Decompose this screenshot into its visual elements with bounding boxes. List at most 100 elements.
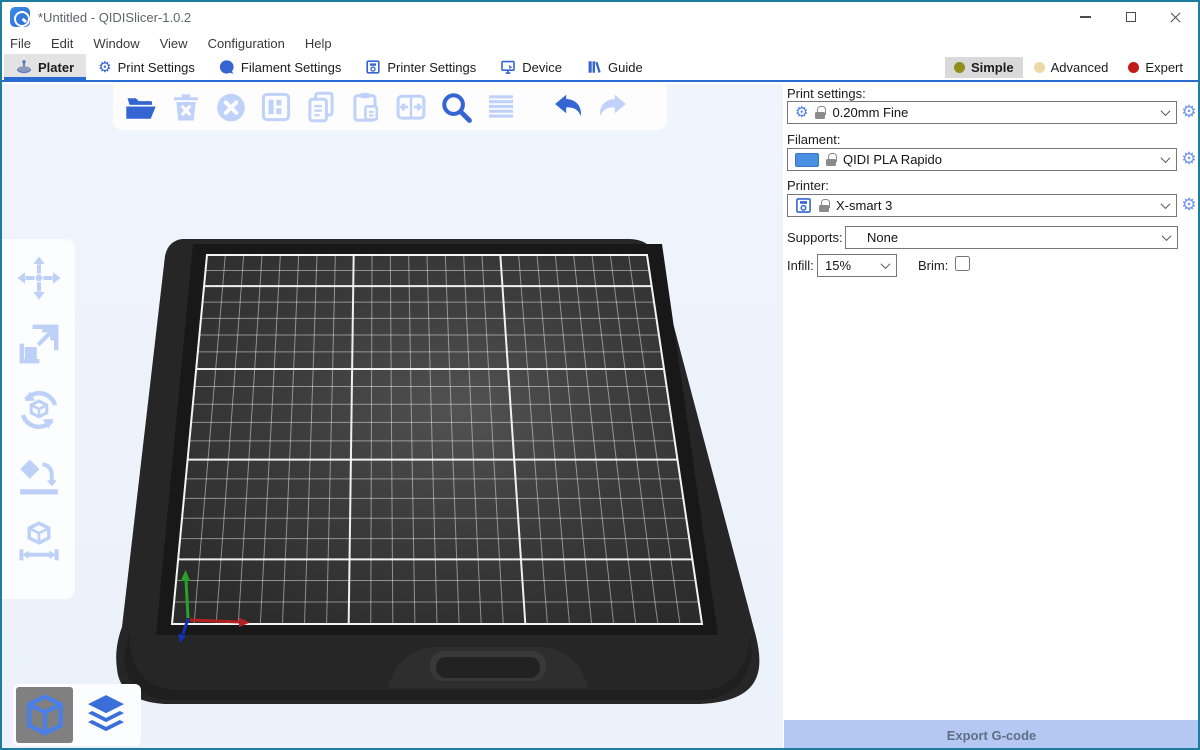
place-on-face-icon	[15, 452, 63, 500]
print-settings-combo[interactable]: ⚙ 0.20mm Fine	[787, 101, 1177, 124]
lock-icon	[815, 106, 825, 119]
editor-view-button[interactable]	[16, 687, 73, 743]
menu-edit[interactable]: Edit	[41, 34, 83, 53]
close-icon	[1169, 11, 1182, 24]
printer-combo[interactable]: X-smart 3	[787, 194, 1177, 217]
undo-icon	[550, 89, 586, 125]
filament-value: QIDI PLA Rapido	[843, 152, 942, 167]
mode-simple[interactable]: Simple	[945, 57, 1023, 78]
brim-checkbox[interactable]	[955, 256, 970, 271]
minimize-button[interactable]	[1063, 2, 1108, 32]
tab-label: Print Settings	[118, 60, 195, 75]
print-settings-gear-button[interactable]: ⚙	[1180, 103, 1198, 121]
print-profile-gear-icon: ⚙	[795, 105, 808, 120]
move-icon	[15, 254, 63, 302]
menu-help[interactable]: Help	[295, 34, 342, 53]
rotate-tool-button[interactable]	[14, 385, 64, 435]
delete-all-button[interactable]	[213, 89, 249, 125]
main-area: Print settings: ⚙ 0.20mm Fine ⚙ Filament…	[2, 84, 1198, 748]
settings-sidebar: Print settings: ⚙ 0.20mm Fine ⚙ Filament…	[783, 84, 1200, 750]
chevron-down-icon	[1162, 231, 1172, 241]
tab-printer-settings[interactable]: Printer Settings	[353, 54, 488, 80]
filament-gear-button[interactable]: ⚙	[1180, 150, 1198, 168]
maximize-button[interactable]	[1108, 2, 1153, 32]
open-folder-icon	[123, 89, 159, 125]
guide-icon	[586, 59, 602, 75]
delete-all-icon	[213, 89, 249, 125]
preview-layers-icon	[83, 692, 129, 738]
mode-switcher: Simple Advanced Expert	[945, 54, 1198, 80]
top-toolbar	[113, 84, 667, 130]
tab-label: Printer Settings	[387, 60, 476, 75]
close-button[interactable]	[1153, 2, 1198, 32]
tab-label: Guide	[608, 60, 643, 75]
menu-window[interactable]: Window	[83, 34, 149, 53]
filament-color-swatch	[795, 153, 819, 167]
variable-layer-height-button[interactable]	[483, 89, 519, 125]
undo-button[interactable]	[550, 89, 586, 125]
printer-icon	[795, 197, 812, 214]
device-icon	[500, 59, 516, 75]
filament-label: Filament:	[787, 132, 840, 147]
search-button[interactable]	[438, 89, 474, 125]
print-settings-icon: ⚙	[98, 60, 111, 75]
tab-guide[interactable]: Guide	[574, 54, 655, 80]
rotate-icon	[15, 386, 63, 434]
menu-configuration[interactable]: Configuration	[198, 34, 295, 53]
viewport-3d[interactable]	[2, 84, 783, 750]
preview-view-button[interactable]	[77, 687, 134, 743]
tab-device[interactable]: Device	[488, 54, 574, 80]
infill-combo[interactable]: 15%	[817, 254, 897, 277]
measure-icon	[15, 518, 63, 566]
copy-button[interactable]	[303, 89, 339, 125]
scale-icon	[15, 320, 63, 368]
arrange-icon	[258, 89, 294, 125]
tab-plater[interactable]: Plater	[4, 54, 86, 80]
view-toggles	[13, 684, 141, 746]
export-gcode-button[interactable]: Export G-code	[784, 720, 1199, 750]
place-on-face-tool-button[interactable]	[14, 451, 64, 501]
window-controls	[1063, 2, 1198, 32]
supports-combo[interactable]: None	[845, 226, 1178, 249]
printer-settings-icon	[365, 59, 381, 75]
mode-label: Simple	[971, 60, 1014, 75]
bed-plate	[172, 255, 702, 624]
supports-label: Supports:	[787, 230, 843, 245]
delete-button[interactable]	[168, 89, 204, 125]
tab-filament-settings[interactable]: Filament Settings	[207, 54, 353, 80]
search-icon	[438, 89, 474, 125]
plater-icon	[16, 59, 32, 75]
arrange-button[interactable]	[258, 89, 294, 125]
chevron-down-icon	[1161, 106, 1171, 116]
tab-label: Filament Settings	[241, 60, 341, 75]
layers-icon	[483, 89, 519, 125]
scale-tool-button[interactable]	[14, 319, 64, 369]
menu-file[interactable]: File	[10, 34, 41, 53]
filament-combo[interactable]: QIDI PLA Rapido	[787, 148, 1177, 171]
lock-icon	[826, 153, 836, 166]
menu-view[interactable]: View	[150, 34, 198, 53]
tab-print-settings[interactable]: ⚙ Print Settings	[86, 54, 207, 80]
mode-advanced[interactable]: Advanced	[1025, 57, 1118, 78]
measure-tool-button[interactable]	[14, 517, 64, 567]
tab-label: Device	[522, 60, 562, 75]
editor-cube-icon	[22, 692, 68, 738]
mode-label: Expert	[1145, 60, 1183, 75]
tab-label: Plater	[38, 60, 74, 75]
mode-expert[interactable]: Expert	[1119, 57, 1192, 78]
print-bed-3d[interactable]	[2, 84, 783, 750]
redo-button[interactable]	[595, 89, 631, 125]
split-objects-button[interactable]	[393, 89, 429, 125]
move-tool-button[interactable]	[14, 253, 64, 303]
chevron-down-icon	[1161, 153, 1171, 163]
app-logo-icon	[10, 7, 30, 27]
printer-value: X-smart 3	[836, 198, 892, 213]
copy-icon	[303, 89, 339, 125]
menubar: File Edit Window View Configuration Help	[2, 32, 1198, 54]
open-button[interactable]	[123, 89, 159, 125]
print-settings-label: Print settings:	[787, 86, 866, 101]
paste-button[interactable]	[348, 89, 384, 125]
printer-gear-button[interactable]: ⚙	[1180, 196, 1198, 214]
infill-value: 15%	[825, 258, 851, 273]
titlebar: *Untitled - QIDISlicer-1.0.2	[2, 2, 1198, 32]
